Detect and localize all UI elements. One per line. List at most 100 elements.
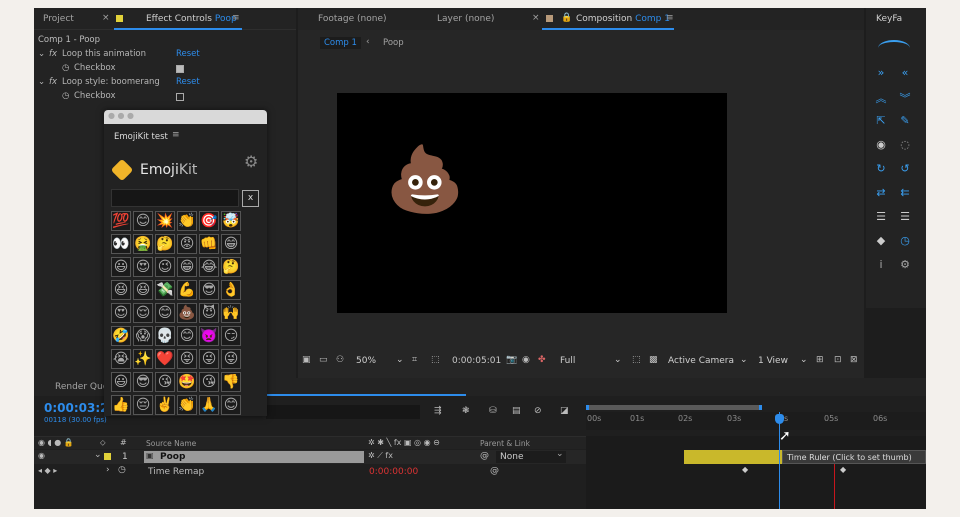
emoji-button[interactable]: 🎯 — [199, 211, 219, 231]
monitor-icon[interactable]: ▭ — [319, 355, 328, 365]
arrow-left-icon[interactable]: ⇇ — [898, 186, 912, 199]
emoji-button[interactable]: 😂 — [199, 257, 219, 277]
emoji-button[interactable]: 😊 — [177, 326, 197, 346]
current-time-display[interactable]: 0:00:05:01 — [452, 356, 501, 366]
fx-icon[interactable]: fx — [49, 49, 57, 59]
camera-select[interactable]: Active Camera ⌄ — [668, 355, 750, 366]
preview-options-icon[interactable]: ▣ — [302, 355, 311, 365]
reset-link[interactable]: Reset — [176, 77, 200, 87]
emoji-button[interactable]: 😉 — [155, 257, 175, 277]
emoji-button[interactable]: 😈 — [199, 303, 219, 323]
emojikit-tab-title[interactable]: EmojiKit test — [114, 132, 168, 142]
emoji-button[interactable]: 😍 — [111, 303, 131, 323]
tab-project[interactable]: Project — [43, 14, 74, 24]
shy-layers-icon[interactable]: ⛁ — [489, 406, 497, 416]
window-titlebar[interactable]: ● ● ● — [104, 110, 267, 124]
emoji-button[interactable]: 👿 — [199, 326, 219, 346]
emoji-button[interactable]: 😌 — [133, 303, 153, 323]
clock-icon[interactable]: ◷ — [898, 234, 912, 247]
emoji-button[interactable]: 👏 — [177, 395, 197, 415]
tab-effect-controls[interactable]: Effect Controls Poop — [146, 14, 237, 24]
reset-exposure-icon[interactable]: ⊡ — [834, 355, 842, 365]
emoji-button[interactable]: 😡 — [177, 234, 197, 254]
toggle-pixel-aspect-icon[interactable]: ⊞ — [816, 355, 824, 365]
panel-menu-icon[interactable]: ≡ — [232, 13, 240, 23]
emoji-button[interactable]: 😆 — [133, 280, 153, 300]
ease-out-icon[interactable]: « — [898, 66, 912, 79]
layer-track-area[interactable]: ◆ ◆ Time Ruler (Click to set thumb) — [586, 436, 926, 509]
move-up-icon[interactable]: ︽ — [874, 90, 888, 106]
close-icon[interactable]: × — [102, 13, 110, 23]
gear-icon[interactable]: ⚙ — [244, 152, 258, 171]
emoji-button[interactable]: ✨ — [133, 349, 153, 369]
emoji-button[interactable]: 🤔 — [155, 234, 175, 254]
stopwatch-icon[interactable]: ◷ — [62, 63, 69, 73]
panel-menu-icon[interactable]: ≡ — [666, 13, 674, 23]
camera-snapshot-icon[interactable]: 📷 — [506, 355, 517, 365]
emoji-search-input[interactable] — [111, 189, 239, 207]
info-icon[interactable]: i — [874, 258, 888, 271]
disclosure-triangle-icon[interactable]: ⌄ — [38, 49, 45, 59]
emoji-button[interactable]: 💪 — [177, 280, 197, 300]
mask-view-icon[interactable]: ⚇ — [336, 355, 344, 365]
resolution-select[interactable]: Full ⌄ — [560, 355, 624, 366]
expression-pickwhip-icon[interactable]: @ — [490, 466, 499, 476]
layer-label-color[interactable] — [104, 453, 111, 460]
emoji-button[interactable]: 😘 — [155, 372, 175, 392]
panel-menu-icon[interactable]: ≡ — [172, 130, 180, 140]
visibility-icon[interactable]: ◉ — [874, 138, 888, 151]
region-of-interest-icon[interactable]: ⬚ — [632, 355, 641, 365]
show-snapshot-icon[interactable]: ◉ — [522, 355, 530, 365]
poop-emoji-layer[interactable]: 💩 — [385, 148, 465, 212]
emoji-button[interactable]: 😎 — [133, 372, 153, 392]
fx-icon[interactable]: fx — [49, 77, 57, 87]
emoji-button[interactable]: 😜 — [221, 349, 241, 369]
gear-icon[interactable]: ⚙ — [898, 258, 912, 271]
emoji-button[interactable]: 😁 — [177, 257, 197, 277]
safe-margins-icon[interactable]: ⬚ — [431, 355, 440, 365]
emoji-button[interactable]: 👌 — [221, 280, 241, 300]
pickwhip-icon[interactable]: @ — [480, 451, 489, 461]
expand-arrow-icon[interactable]: › — [106, 465, 110, 475]
effect-row-loop-style[interactable]: ⌄ fx Loop style: boomerang Reset — [34, 77, 284, 90]
playhead-handle-icon[interactable] — [775, 414, 784, 424]
timeline-search-input[interactable] — [266, 405, 420, 419]
emoji-button[interactable]: 🤩 — [177, 372, 197, 392]
draft-3d-icon[interactable]: ❃ — [462, 406, 470, 416]
emoji-button[interactable]: 💯 — [111, 211, 131, 231]
loop-icon[interactable]: ↻ — [874, 162, 888, 175]
emoji-button[interactable]: 😊 — [133, 211, 153, 231]
emoji-button[interactable]: 👀 — [111, 234, 131, 254]
emoji-button[interactable]: 🙏 — [199, 395, 219, 415]
property-value[interactable]: 0:00:00:00 — [369, 467, 418, 477]
motion-blur-icon[interactable]: ⊘ — [534, 406, 542, 416]
composition-canvas[interactable]: 💩 — [337, 93, 727, 313]
zoom-select[interactable]: 50% ⌄ — [356, 355, 404, 366]
emoji-button[interactable]: 👏 — [177, 211, 197, 231]
emoji-button[interactable]: 😍 — [133, 257, 153, 277]
time-ruler[interactable]: 00s 01s 02s 03s s 05s 06s — [586, 412, 926, 430]
emoji-button[interactable]: 😊 — [155, 303, 175, 323]
ease-in-icon[interactable]: » — [874, 66, 888, 79]
disclosure-triangle-icon[interactable]: ⌄ — [38, 77, 45, 87]
emoji-button[interactable]: 😊 — [221, 395, 241, 415]
emoji-button[interactable]: 👎 — [221, 372, 241, 392]
emoji-button[interactable]: 😃 — [111, 372, 131, 392]
keyframe-icon[interactable]: ◆ — [840, 465, 846, 474]
video-toggle-icon[interactable]: ◉ — [38, 451, 45, 460]
playhead[interactable] — [779, 412, 780, 509]
fast-previews-icon[interactable]: ⊠ — [850, 355, 858, 365]
keyframe-icon[interactable]: ◆ — [742, 465, 748, 474]
emoji-button[interactable]: 👍 — [111, 395, 131, 415]
emoji-button[interactable]: 😘 — [199, 372, 219, 392]
breadcrumb-comp[interactable]: Comp 1 — [320, 37, 361, 49]
emoji-button[interactable]: 😱 — [133, 326, 153, 346]
align-right-icon[interactable]: ☰ — [874, 210, 888, 223]
parent-select[interactable]: None ⌄ — [496, 449, 566, 463]
layer-row[interactable]: ◉ ⌄ 1 ▣ Poop ✲ ⟋ fx @ None ⌄ — [34, 449, 586, 464]
move-down-icon[interactable]: ︾ — [898, 90, 912, 106]
tab-footage[interactable]: Footage (none) — [318, 14, 387, 24]
loop-animation-checkbox[interactable] — [176, 65, 184, 73]
effect-row-loop-animation[interactable]: ⌄ fx Loop this animation Reset — [34, 49, 284, 62]
emoji-button[interactable]: 🤮 — [133, 234, 153, 254]
